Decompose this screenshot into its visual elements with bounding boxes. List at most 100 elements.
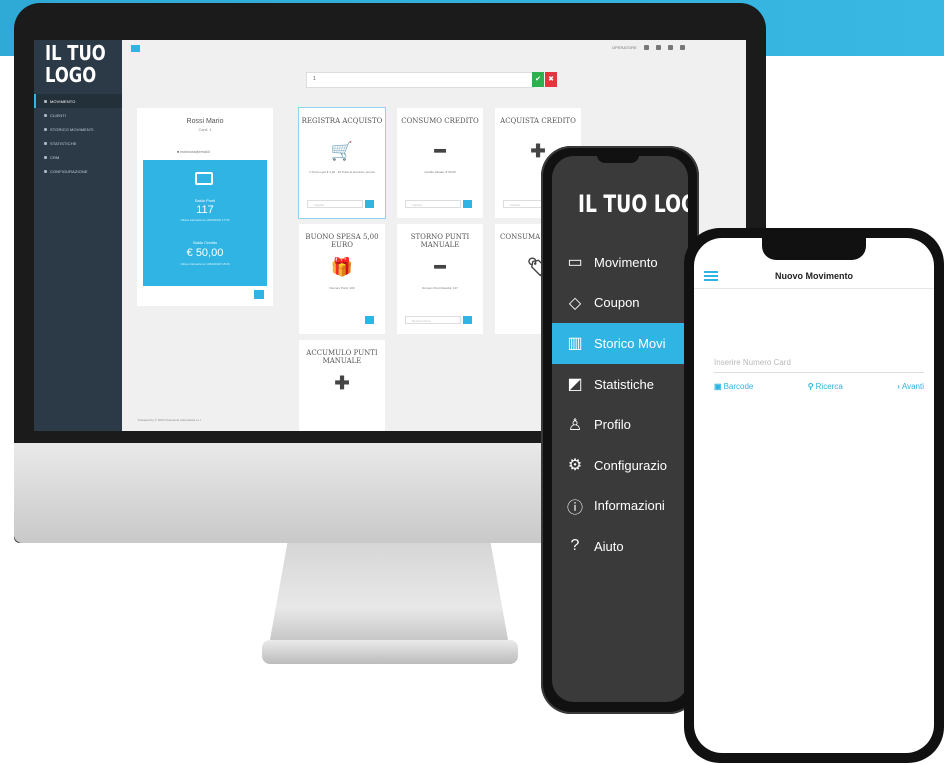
nav-label: CRM [50, 154, 60, 160]
barcode-label: Barcode [723, 382, 754, 391]
menu-item-movimento[interactable]: ▭ Movimento [552, 242, 688, 283]
logo-line-1: IL TUO [45, 41, 106, 65]
card-search-value: 1 [313, 76, 316, 82]
tile-title: CONSUMO CREDITO [401, 117, 479, 125]
points-label: Saldo Punti [194, 198, 216, 203]
menu-item-coupon[interactable]: ◇ Coupon [552, 283, 688, 324]
amount-input[interactable]: Importo [405, 200, 461, 208]
phone-notch [762, 238, 866, 260]
desktop-footer: Powered by © 2020 Vivamente Informatica … [138, 418, 202, 422]
tile-consumo-credito[interactable]: CONSUMO CREDITO ━ Credito Attuale: € 50,… [397, 108, 483, 218]
menu-item-label: Profilo [594, 417, 631, 433]
points-note: Ultima transazione 10/03/2020 17:55 [180, 218, 230, 222]
balance-panel: Saldo Punti 117 Ultima transazione 10/03… [143, 160, 267, 286]
tile-accumulo-punti[interactable]: ACCUMULO PUNTI MANUALE ✚ [299, 340, 385, 431]
user-icon: ♙ [567, 416, 583, 434]
search-button[interactable]: ⚲ Ricerca [808, 382, 843, 391]
nav-icon [44, 127, 47, 131]
menu-item-configurazione[interactable]: ⚙ Configurazio [552, 445, 688, 486]
search-label: Ricerca [815, 382, 843, 391]
monitor-stand [268, 543, 510, 651]
customer-name: Rossi Mario [186, 118, 224, 125]
grid-icon[interactable] [643, 45, 649, 50]
phone-actions: ▣ Barcode ⚲ Ricerca › Avanti [714, 382, 924, 391]
menu-item-storico[interactable]: ▥ Storico Movi [552, 323, 688, 364]
bars-icon: ▥ [567, 335, 583, 353]
nav-icon [44, 99, 47, 103]
minus-icon: ━ [434, 141, 446, 161]
close-icon[interactable] [679, 45, 685, 50]
tile-submit-button[interactable] [365, 200, 374, 208]
phone-menu-device: IL TUO LOGO ▭ Movimento ◇ Coupon ▥ Storico … [541, 146, 699, 714]
menu-item-statistiche[interactable]: ◩ Statistiche [552, 364, 688, 405]
next-button[interactable]: › Avanti [897, 382, 924, 391]
card-search-input[interactable]: 1 [306, 72, 534, 88]
nav-icon [44, 155, 47, 159]
nav-label: STATISTICHE [50, 140, 77, 146]
tile-storno-punti[interactable]: STORNO PUNTI MANUALE ━ Numero Punti Resi… [397, 224, 483, 334]
card-icon: ▭ [567, 254, 583, 272]
tile-submit-button[interactable] [365, 316, 374, 324]
menu-item-label: Informazioni [594, 498, 665, 514]
chevron-right-icon: › [897, 382, 900, 391]
amount-input[interactable]: Importo [307, 200, 363, 208]
nav-item-storico[interactable]: STORICO MOVIMENTI [34, 122, 122, 136]
credit-label: Saldo Credito [192, 240, 218, 245]
menu-item-label: Movimento [594, 254, 658, 270]
nav-item-crm[interactable]: CRM [34, 150, 122, 164]
menu-item-label: Storico Movi [594, 335, 666, 351]
menu-item-label: Aiuto [594, 538, 624, 554]
menu-item-label: Statistiche [594, 376, 654, 392]
tile-registra-acquisto[interactable]: REGISTRA ACQUISTO 🛒 1 Punto ogni € 1,00 … [298, 107, 386, 219]
tile-title: ACQUISTA CREDITO [500, 117, 576, 125]
menu-item-profilo[interactable]: ♙ Profilo [552, 404, 688, 445]
nav-icon [44, 169, 47, 173]
nav-label: CONFIGURAZIONE [50, 168, 88, 174]
settings-icon[interactable] [655, 45, 661, 50]
points-input[interactable]: Numero Punti [405, 316, 461, 324]
customer-email: ■ marioross@email.it [177, 150, 211, 154]
menu-item-aiuto[interactable]: ? Aiuto [552, 526, 688, 567]
tile-buono-spesa[interactable]: BUONO SPESA 5,00 EURO 🎁 Numero Punti: 10… [299, 224, 385, 334]
chart-icon: ◩ [567, 376, 583, 394]
desktop-logo: IL TUO LOGO [45, 42, 106, 86]
cart-icon: 🛒 [330, 141, 354, 161]
nav-icon [44, 141, 47, 145]
menu-toggle-button[interactable] [131, 45, 140, 52]
tile-submit-button[interactable] [463, 200, 472, 208]
phone-main-screen: Nuovo Movimento Inserire Numero Card ▣ Ba… [694, 238, 934, 753]
card-number-input[interactable]: Inserire Numero Card [714, 358, 924, 373]
menu-item-informazioni[interactable]: ⓘ Informazioni [552, 486, 688, 527]
nav-item-clienti[interactable]: CLIENTI [34, 108, 122, 122]
barcode-button[interactable]: ▣ Barcode [714, 382, 753, 391]
nav-label: STORICO MOVIMENTI [50, 126, 94, 132]
tile-text: Numero Punti: 100 [329, 286, 355, 290]
tile-text: Numero Punti Residui: 117 [422, 286, 458, 290]
points-value: 117 [196, 204, 214, 216]
menu-item-label: Configurazio [594, 457, 667, 473]
confirm-button[interactable]: ✔ [532, 72, 544, 87]
top-toolbar: OPERATORE [612, 45, 685, 50]
nav-label: CLIENTI [50, 112, 67, 118]
next-label: Avanti [901, 382, 924, 391]
nav-item-movimento[interactable]: MOVIMENTO [34, 94, 122, 108]
cancel-button[interactable]: ✖ [545, 72, 557, 87]
plus-icon: ✚ [334, 373, 350, 393]
bell-icon[interactable] [667, 45, 673, 50]
edit-customer-button[interactable] [254, 290, 264, 299]
help-icon: ? [570, 537, 580, 555]
monitor-stand-base [262, 640, 518, 664]
nav-item-configurazione[interactable]: CONFIGURAZIONE [34, 164, 122, 178]
menu-item-label: Coupon [594, 295, 640, 311]
customer-card: Rossi Mario Card: 1 ■ marioross@email.it… [137, 108, 273, 306]
desktop-nav: MOVIMENTO CLIENTI STORICO MOVIMENTI STAT… [34, 94, 122, 178]
gift-icon: 🎁 [330, 257, 354, 277]
tile-text: 1 Punto ogni € 1,00 · 45 Punti al prossi… [309, 170, 375, 174]
phone-title: Nuovo Movimento [775, 271, 853, 281]
logo-line-2: LOGO [45, 63, 97, 87]
nav-item-statistiche[interactable]: STATISTICHE [34, 136, 122, 150]
customer-card-number: Card: 1 [198, 127, 212, 132]
tile-submit-button[interactable] [463, 316, 472, 324]
nav-label: MOVIMENTO [50, 98, 76, 104]
tile-text: Credito Attuale: € 50,00 [424, 170, 456, 174]
